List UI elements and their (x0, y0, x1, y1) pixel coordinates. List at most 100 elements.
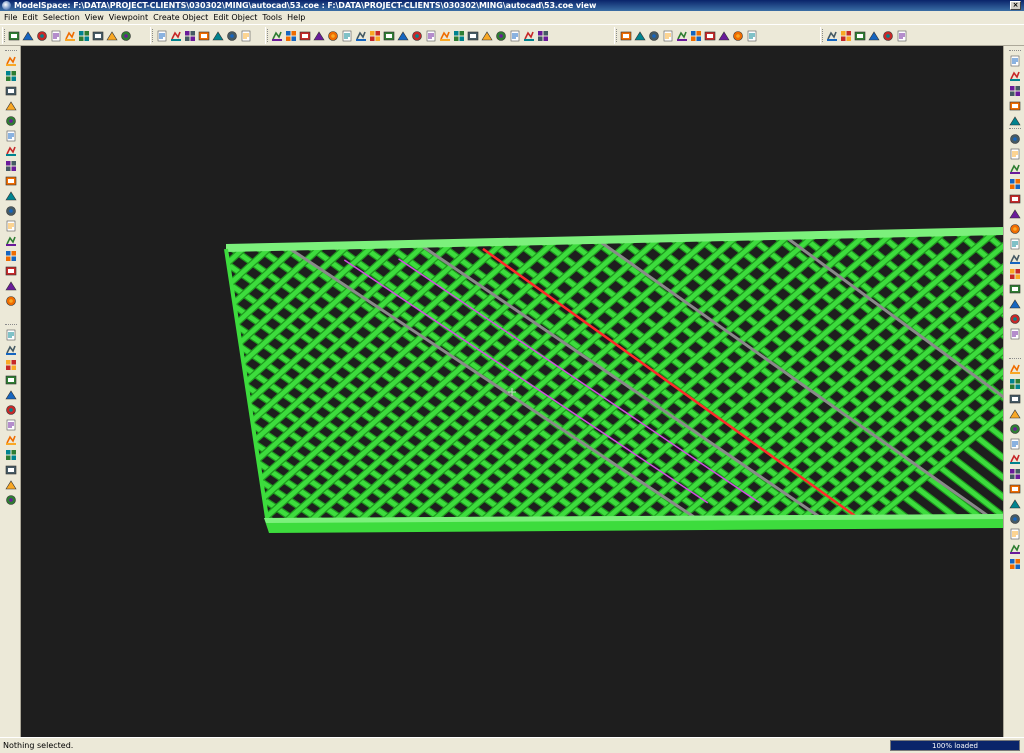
ladder-icon[interactable] (1009, 393, 1021, 405)
cube-icon[interactable] (5, 329, 17, 341)
weld-icon[interactable] (411, 30, 423, 42)
box-alt-icon[interactable] (634, 30, 646, 42)
explorer-icon[interactable] (36, 30, 48, 42)
bolt-icon[interactable] (397, 30, 409, 42)
gear-icon[interactable] (1009, 100, 1021, 112)
grate-icon[interactable] (1009, 423, 1021, 435)
ambient-icon[interactable] (896, 30, 908, 42)
render-icon[interactable] (240, 30, 252, 42)
move-icon[interactable] (198, 30, 210, 42)
fitting-icon[interactable] (523, 30, 535, 42)
arrow-up-right-icon[interactable] (4, 100, 17, 112)
plate-icon[interactable] (4, 190, 17, 202)
connection-icon[interactable] (383, 30, 395, 42)
toolbar-grip[interactable] (4, 324, 17, 326)
window-icon[interactable] (5, 434, 17, 446)
wall-icon[interactable] (537, 30, 549, 42)
plate-icon[interactable] (369, 30, 381, 42)
toolbar-grip[interactable] (1008, 358, 1021, 360)
plug-icon[interactable] (1009, 85, 1021, 97)
ramp-icon[interactable] (453, 30, 465, 42)
dot-icon[interactable] (826, 30, 838, 42)
door-icon[interactable] (5, 419, 17, 431)
wrench-icon[interactable] (1009, 55, 1021, 67)
bend-icon[interactable] (1009, 238, 1021, 250)
elbow-icon[interactable] (1009, 148, 1021, 160)
menu-view[interactable]: View (84, 13, 108, 22)
edit-icon[interactable] (8, 30, 20, 42)
undo-icon[interactable] (78, 30, 90, 42)
spot-icon[interactable] (882, 30, 894, 42)
column-icon[interactable] (313, 30, 325, 42)
layers-icon[interactable] (5, 70, 17, 82)
column-icon[interactable] (5, 160, 17, 172)
menu-edit[interactable]: Edit (21, 13, 42, 22)
nut-icon[interactable] (1009, 283, 1021, 295)
nodes-icon[interactable] (5, 250, 17, 262)
model-viewport[interactable] (21, 46, 1003, 737)
fog-icon[interactable] (854, 30, 866, 42)
menu-file[interactable]: File (3, 13, 21, 22)
rod-icon[interactable] (1009, 528, 1021, 540)
reducer-icon[interactable] (1009, 178, 1021, 190)
light-icon[interactable] (868, 30, 880, 42)
connect-icon[interactable] (5, 220, 17, 232)
palette-icon[interactable] (50, 30, 62, 42)
structural-grid-model[interactable] (21, 46, 1003, 737)
beam-alt-icon[interactable] (5, 145, 17, 157)
weld-icon[interactable] (1009, 253, 1021, 265)
pencil-icon[interactable] (120, 30, 132, 42)
beam-icon[interactable] (299, 30, 311, 42)
stack-icon[interactable] (5, 464, 17, 476)
section-icon[interactable] (704, 30, 716, 42)
grid-alt-icon[interactable] (5, 359, 17, 371)
plate-icon[interactable] (1008, 498, 1021, 510)
box-icon[interactable] (620, 30, 632, 42)
tool-icon[interactable] (1009, 70, 1021, 82)
brace-icon[interactable] (327, 30, 339, 42)
move-icon[interactable] (5, 55, 17, 67)
title-bar[interactable]: ModelSpace: F:\DATA\PROJECT-CLIENTS\0303… (0, 0, 1024, 11)
sphere-icon[interactable] (840, 30, 852, 42)
wall-icon[interactable] (5, 494, 17, 506)
clip-icon[interactable] (676, 30, 688, 42)
bolt-icon[interactable] (1009, 268, 1021, 280)
help-cursor-icon[interactable] (226, 30, 238, 42)
isometric-icon[interactable] (746, 30, 758, 42)
support-icon[interactable] (1009, 328, 1021, 340)
arrow-up-icon[interactable] (5, 85, 17, 97)
strap-icon[interactable] (1008, 298, 1021, 310)
align-icon[interactable] (184, 30, 196, 42)
measure-icon[interactable] (690, 30, 702, 42)
print-icon[interactable] (106, 30, 118, 42)
save-icon[interactable] (22, 30, 34, 42)
grid-icon[interactable] (5, 344, 17, 356)
cap-icon[interactable] (1008, 208, 1021, 220)
copy-icon[interactable] (170, 30, 182, 42)
snake-icon[interactable] (425, 30, 437, 42)
hanger-icon[interactable] (1009, 313, 1021, 325)
ball-icon[interactable] (4, 280, 17, 292)
bar-icon[interactable] (1009, 513, 1021, 525)
wrench-icon[interactable] (467, 30, 479, 42)
sphere-icon[interactable] (5, 295, 17, 307)
curve-icon[interactable] (4, 389, 17, 401)
joint-icon[interactable] (5, 205, 17, 217)
camera-icon[interactable] (212, 30, 224, 42)
redo-icon[interactable] (92, 30, 104, 42)
pipe-icon[interactable] (495, 30, 507, 42)
dim-icon[interactable] (5, 404, 17, 416)
tube-icon[interactable] (1009, 483, 1021, 495)
menu-help[interactable]: Help (286, 13, 309, 22)
cross-icon[interactable] (1009, 223, 1021, 235)
disconnect-icon[interactable] (5, 235, 17, 247)
toolbar-grip[interactable] (1008, 50, 1021, 52)
brace-icon[interactable] (5, 175, 17, 187)
valve-icon[interactable] (1008, 115, 1021, 127)
flange-icon[interactable] (1009, 193, 1021, 205)
truss-icon[interactable] (355, 30, 367, 42)
rebar-icon[interactable] (509, 30, 521, 42)
beam-icon[interactable] (5, 130, 17, 142)
rail-icon[interactable] (1009, 378, 1021, 390)
channel-icon[interactable] (1009, 453, 1021, 465)
